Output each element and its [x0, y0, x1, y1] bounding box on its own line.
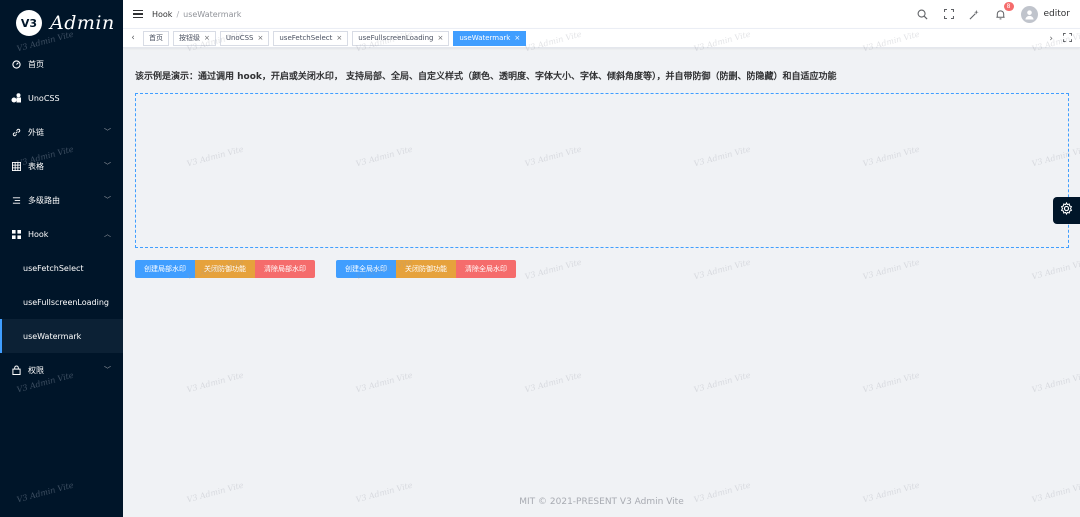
logo-text: Admin [50, 12, 115, 34]
sidebar-subitem-usefetchselect[interactable]: useFetchSelect [0, 251, 123, 285]
tag-unocss[interactable]: UnoCSS × [219, 30, 270, 46]
sidebar-subitem-usefullscreenloading[interactable]: useFullscreenLoading [0, 285, 123, 319]
sidebar-item-label: 权限 [28, 365, 44, 375]
global-watermark-button-group: 创建全局水印 关闭防御功能 清除全局水印 [336, 260, 516, 278]
disable-defense-button[interactable]: 关闭防御功能 [195, 260, 255, 278]
tag-usefullscreenloading[interactable]: useFullscreenLoading × [352, 30, 450, 46]
sidebar-item-label: Hook [28, 229, 49, 239]
clear-global-watermark-button[interactable]: 清除全局水印 [456, 260, 516, 278]
create-global-watermark-button[interactable]: 创建全局水印 [336, 260, 396, 278]
hamburger-icon[interactable] [133, 9, 143, 19]
bell-icon[interactable]: 8 [995, 2, 1014, 20]
close-icon[interactable]: × [437, 34, 443, 42]
unocss-icon [11, 93, 21, 103]
chevron-down-icon: ﹀ [104, 366, 111, 374]
sidebar-item-unocss[interactable]: UnoCSS [0, 81, 123, 115]
username[interactable]: editor [1044, 9, 1071, 19]
sidebar-item-label: 首页 [28, 59, 44, 69]
tag-usewatermark[interactable]: useWatermark × [453, 30, 527, 46]
chevron-down-icon: ﹀ [104, 196, 111, 204]
navbar: Hook / useWatermark 8 editor [123, 0, 1080, 28]
chevron-left-icon[interactable]: ‹ [123, 33, 143, 43]
sidebar-item-label: 外链 [28, 127, 44, 137]
tags-view: ‹ 首页 按钮级 × UnoCSS × useFetchSelect × useFul… [123, 28, 1080, 48]
logo[interactable]: V3 Admin [0, 0, 123, 46]
close-icon[interactable]: × [204, 34, 210, 42]
sidebar-item-permission[interactable]: 权限 ﹀ [0, 353, 123, 387]
menu-icon [11, 195, 21, 205]
breadcrumb: Hook / useWatermark [152, 9, 242, 19]
dashboard-icon [11, 59, 21, 69]
logo-mark: V3 [16, 10, 42, 36]
chevron-down-icon: ﹀ [104, 162, 111, 170]
search-icon[interactable] [917, 8, 929, 20]
tag-usefetchselect[interactable]: useFetchSelect × [273, 30, 349, 46]
sidebar-item-label: 表格 [28, 161, 44, 171]
chevron-down-icon: ﹀ [104, 128, 111, 136]
close-icon[interactable]: × [336, 34, 342, 42]
breadcrumb-current: useWatermark [183, 9, 242, 19]
fullscreen-icon[interactable] [943, 8, 955, 20]
footer: MIT © 2021-PRESENT V3 Admin Vite [519, 497, 684, 507]
breadcrumb-item[interactable]: Hook [152, 10, 172, 19]
chevron-up-icon: ︿ [104, 230, 111, 238]
close-icon[interactable]: × [514, 34, 520, 42]
sidebar-item-link[interactable]: 外链 ﹀ [0, 115, 123, 149]
grid-icon [11, 229, 21, 239]
sidebar-item-table[interactable]: 表格 ﹀ [0, 149, 123, 183]
link-icon [11, 127, 21, 137]
sidebar-item-multilevel[interactable]: 多级路由 ﹀ [0, 183, 123, 217]
local-watermark-container [135, 93, 1069, 248]
local-watermark-button-group: 创建局部水印 关闭防御功能 清除局部水印 [135, 260, 315, 278]
lock-icon [11, 365, 21, 375]
create-local-watermark-button[interactable]: 创建局部水印 [135, 260, 195, 278]
theme-magic-icon[interactable] [969, 8, 981, 20]
sidebar-item-hook[interactable]: Hook ︿ [0, 217, 123, 251]
demo-description: 该示例是演示：通过调用 hook，开启或关闭水印， 支持局部、全局、自定义样式（… [135, 72, 837, 82]
settings-button[interactable] [1053, 197, 1080, 224]
close-icon[interactable]: × [258, 34, 264, 42]
chevron-right-icon[interactable]: › [1049, 34, 1053, 44]
notification-badge: 8 [1003, 2, 1014, 11]
gear-icon [1060, 201, 1073, 219]
app-main: 该示例是演示：通过调用 hook，开启或关闭水印， 支持局部、全局、自定义样式（… [123, 48, 1080, 517]
sidebar-item-label: 多级路由 [28, 195, 60, 205]
sidebar-item-label: UnoCSS [28, 93, 60, 103]
tag-home[interactable]: 首页 [143, 30, 169, 46]
avatar[interactable] [1020, 5, 1038, 23]
sidebar-subitem-usewatermark[interactable]: useWatermark [0, 319, 123, 353]
sidebar-item-home[interactable]: 首页 [0, 47, 123, 81]
clear-local-watermark-button[interactable]: 清除局部水印 [255, 260, 315, 278]
disable-defense-button[interactable]: 关闭防御功能 [396, 260, 456, 278]
sidebar: V3 Admin 首页 UnoCSS 外链 ﹀ 表格 ﹀ 多级路由 ﹀ Hook… [0, 0, 123, 517]
fullscreen-icon[interactable] [1062, 32, 1073, 45]
table-icon [11, 161, 21, 171]
tag-button-level[interactable]: 按钮级 × [173, 30, 216, 46]
